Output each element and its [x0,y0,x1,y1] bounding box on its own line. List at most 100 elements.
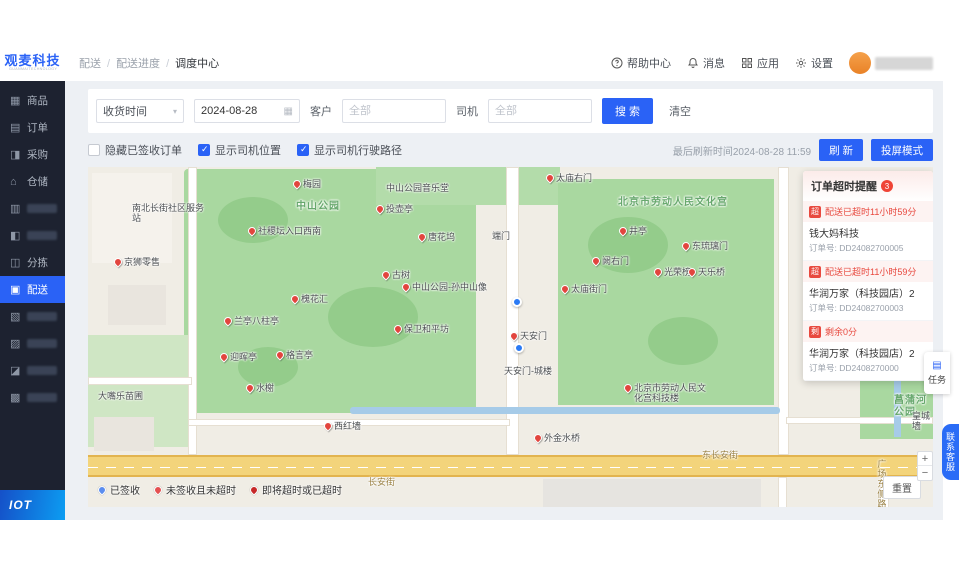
sidebar-item[interactable]: ▧ [0,303,65,330]
map-marker[interactable]: 中山公园 [296,201,340,213]
map-marker[interactable]: 太庙街门 [559,283,608,295]
map-marker[interactable]: 天安门-城楼 [504,366,552,376]
sidebar-item[interactable]: ◧ [0,222,65,249]
sidebar-item[interactable]: ▥ [0,195,65,222]
map-marker[interactable] [512,296,522,307]
map-marker[interactable]: 东长安街 [702,450,738,460]
customer-input[interactable] [342,99,446,123]
breadcrumb-item[interactable]: 配送进度 [116,55,175,71]
sidebar-item[interactable]: ▣ 配送 [0,276,65,303]
map-marker[interactable]: 槐花汇 [289,293,329,305]
map-marker[interactable]: 北京市劳动人民文化宫 [618,197,728,209]
breadcrumb-item[interactable]: 调度中心 [175,55,219,71]
map-marker-label: 太庙街门 [571,284,608,294]
map-marker[interactable]: 京狮零售 [112,256,160,268]
sidebar-item[interactable]: ▤ 订单 [0,114,65,141]
map-marker[interactable]: 天安门 [508,330,548,342]
map-marker[interactable]: 梅园 [291,178,321,190]
map-marker[interactable]: 南北长街社区服务站 [132,203,212,224]
map-marker[interactable]: 兰亭八柱亭 [222,315,279,327]
map-marker[interactable]: 北京市劳动人民文化宫科技楼 [622,382,714,404]
date-value: 2024-08-28 [201,105,258,117]
chevron-down-icon: ▾ [172,106,177,116]
map-marker[interactable]: 古树 [380,269,410,281]
sidebar-item[interactable]: ▦ 商品 [0,87,65,114]
map-marker-label: 槐花汇 [301,294,329,304]
date-picker[interactable]: 2024-08-28 ▦ [194,99,300,123]
map-marker[interactable]: 太庙右门 [544,172,592,184]
main-content: 收货时间 ▾ 2024-08-28 ▦ 客户 司机 搜 索 清空 隐藏已签收订单 [65,81,943,520]
sidebar-item[interactable]: ▨ [0,330,65,357]
map-marker[interactable]: 光荣榜 [652,266,691,278]
map-marker[interactable]: 天乐桥 [686,266,725,278]
clear-button[interactable]: 清空 [663,102,697,120]
apps-button[interactable]: 应用 [741,55,779,71]
map-marker-label: 北京市劳动人民文化宫 [618,197,728,208]
sidebar-item-iot[interactable]: IOT [0,490,65,520]
zoom-in-button[interactable]: + [918,452,932,466]
map-marker[interactable]: 投壶亭 [374,203,414,215]
map-marker-label: 皇城墙 [912,411,931,432]
map-marker[interactable]: 水榭 [244,382,274,394]
map-marker[interactable]: 阙右门 [590,255,629,267]
map-marker[interactable]: 端门 [492,231,510,241]
sidebar-item-label [27,339,57,348]
map-pin-icon [686,266,698,278]
sidebar-item[interactable]: ▩ [0,384,65,411]
alerts-list: 超 配送已超时11小时59分 钱大妈科技 订单号: DD24082700005 … [803,201,933,381]
map-marker[interactable]: 西红墙 [322,420,361,432]
cast-mode-button[interactable]: 投屏模式 [871,139,933,161]
settings-button[interactable]: 设置 [795,55,833,71]
map-reset-button[interactable]: 重置 [883,476,921,499]
alert-item[interactable]: 超 配送已超时11小时59分 钱大妈科技 订单号: DD24082700005 [803,201,933,261]
search-button[interactable]: 搜 索 [602,98,654,124]
messages-button[interactable]: 消息 [687,55,725,71]
help-center-button[interactable]: 帮助中心 [611,55,671,71]
map-marker[interactable]: 保卫和平坊 [392,323,450,335]
map-marker[interactable]: 东琉璃门 [680,240,728,252]
zoom-out-button[interactable]: − [918,466,932,480]
gear-icon [795,57,807,69]
toolbar-checkbox[interactable]: 隐藏已签收订单 [88,142,182,158]
map-marker-label: 保卫和平坊 [404,324,450,334]
map-marker[interactable]: 社稷坛入口西南 [246,225,321,237]
sidebar-item-label [27,231,57,240]
time-type-select[interactable]: 收货时间 ▾ [96,99,184,123]
map-marker[interactable]: 唐花坞 [416,231,455,243]
map-river [350,407,780,414]
user-account[interactable] [849,52,933,74]
breadcrumb-item[interactable]: 配送 [79,55,116,71]
map-pin-icon [508,330,520,342]
map-marker[interactable]: 大嘴乐苗圃 [98,391,143,401]
sidebar-item[interactable]: ◪ [0,357,65,384]
map-marker-label: 天安门 [520,331,548,341]
map-marker[interactable]: 格言亭 [274,349,313,361]
map-marker[interactable]: 外金水桥 [532,432,580,444]
map-marker[interactable]: 迎晖亭 [218,351,257,363]
sidebar: ▦ 商品 ▤ 订单 ◨ 采购 ⌂ 仓储 ▥ ◧ ◫ 分拣 ▣ 配送 ▧ ▨ ◪ … [0,81,65,520]
sidebar-item[interactable]: ⌂ 仓储 [0,168,65,195]
delivery-icon: ▣ [10,284,21,296]
checkbox-label: 显示司机位置 [215,145,281,157]
map-marker[interactable]: 中山公园音乐堂 [386,183,449,193]
sidebar-item[interactable]: ◫ 分拣 [0,249,65,276]
brand-logo[interactable]: 观麦科技 GUANMAITECHNOLOGY [0,54,65,72]
map-marker[interactable]: 皇城墙 [912,411,933,432]
contact-support-button[interactable]: 联系客服 [942,424,959,480]
toolbar-checkbox[interactable]: 显示司机位置 [198,142,281,158]
purchase-icon: ◨ [10,149,21,161]
map-marker[interactable]: 中山公园-孙中山像 [400,281,487,293]
map-marker[interactable]: 井亭 [617,225,647,237]
refresh-button[interactable]: 刷 新 [819,139,863,161]
alert-item[interactable]: 超 配送已超时11小时59分 华润万家（科技园店）2 订单号: DD240827… [803,261,933,321]
calendar-icon: ▦ [283,105,293,117]
sidebar-item[interactable]: ◨ 采购 [0,141,65,168]
map-marker-label: 投壶亭 [386,204,414,214]
toolbar-checkbox[interactable]: 显示司机行驶路径 [297,142,402,158]
task-float-button[interactable]: ▤ 任务 [924,352,950,394]
driver-input[interactable] [488,99,592,123]
map-canvas[interactable]: 梅园 中山公园音乐堂 中山公园 太庙右门 北京市劳动人民文化宫 投壶亭 井亭 社… [88,167,933,507]
map-marker[interactable]: 长安街 [368,477,395,487]
map-marker[interactable] [514,342,524,353]
alert-item[interactable]: 剩 剩余0分 华润万家（科技园店）2 订单号: DD2408270000 [803,321,933,381]
